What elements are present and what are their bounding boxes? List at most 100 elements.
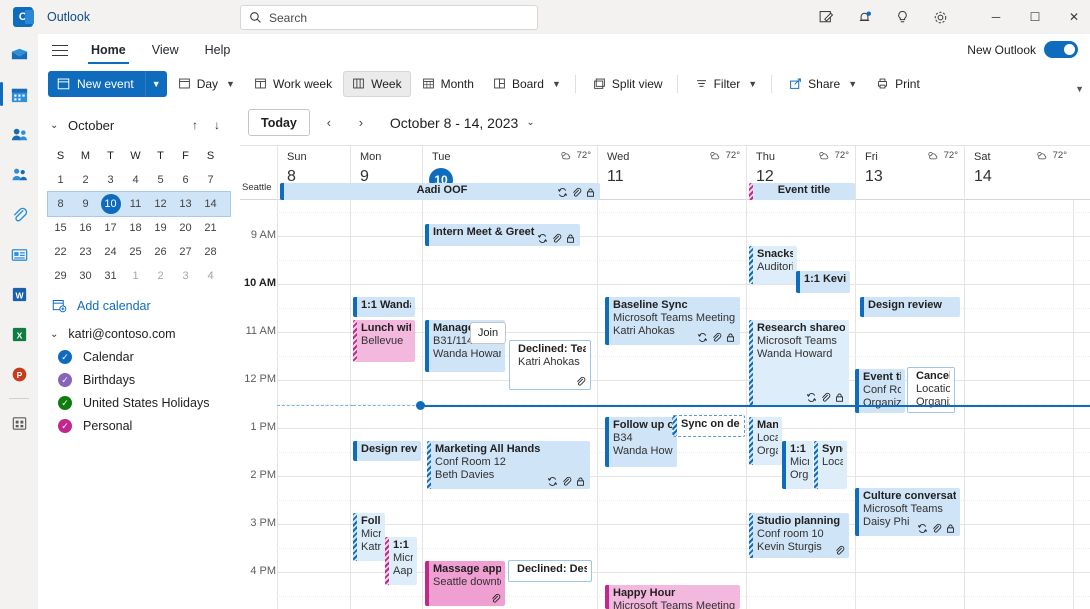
ribbon-expand-chevron-icon[interactable]: ▼ <box>1075 84 1084 94</box>
mini-calendar-day[interactable]: 15 <box>48 222 73 234</box>
mini-calendar-day[interactable]: 3 <box>173 270 198 282</box>
mini-calendar-day[interactable]: 14 <box>198 198 223 210</box>
join-button[interactable]: Join <box>470 322 506 344</box>
calendar-list-item[interactable]: ✓ Personal <box>38 410 240 433</box>
compose-icon[interactable] <box>815 6 837 28</box>
lightbulb-icon[interactable] <box>891 6 913 28</box>
day-chevron-down-icon[interactable]: ▼ <box>226 79 235 89</box>
calendar-event[interactable]: Culture conversationMicrosoft TeamsDaisy… <box>855 488 960 536</box>
mini-calendar-day[interactable]: 16 <box>73 222 98 234</box>
mini-calendar-day[interactable]: 27 <box>173 246 198 258</box>
word-icon[interactable]: W <box>0 274 38 314</box>
tab-view[interactable]: View <box>149 37 182 64</box>
calendar-event[interactable]: Lunch withBellevue <box>353 320 415 362</box>
attachments-icon[interactable] <box>0 194 38 234</box>
today-button[interactable]: Today <box>248 109 310 136</box>
mini-calendar-day[interactable]: 7 <box>198 174 223 186</box>
share-chevron-down-icon[interactable]: ▼ <box>848 79 857 89</box>
calendar-event[interactable]: Declined: Team :Katri Ahokas <box>509 340 591 390</box>
view-week-button[interactable]: Week <box>343 70 411 97</box>
calendar-event[interactable]: Massage appt Seattle downto <box>425 561 505 606</box>
new-event-button[interactable]: New event <box>48 70 145 97</box>
board-chevron-down-icon[interactable]: ▼ <box>552 79 561 89</box>
calendar-event[interactable]: ManLocaOrga <box>749 417 782 465</box>
powerpoint-icon[interactable]: P <box>0 354 38 394</box>
all-day-event[interactable]: Aadi OOF <box>280 183 600 200</box>
account-collapse-icon[interactable]: ⌄ <box>50 329 58 340</box>
all-day-event[interactable]: Event title <box>749 183 855 200</box>
mini-calendar-prev-button[interactable]: ↑ <box>184 118 206 132</box>
calendar-event[interactable]: SnacksAuditoriı <box>749 246 797 284</box>
apps-icon[interactable] <box>0 403 38 443</box>
people-icon[interactable] <box>0 114 38 154</box>
mini-calendar-day[interactable]: 26 <box>148 246 173 258</box>
mini-calendar-day[interactable]: 30 <box>73 270 98 282</box>
view-board-button[interactable]: Board ▼ <box>485 71 569 97</box>
calendar-event[interactable]: Foll Micr Katr <box>353 513 385 561</box>
tab-home[interactable]: Home <box>88 37 129 64</box>
split-view-button[interactable]: Split view <box>585 71 671 97</box>
next-week-button[interactable]: › <box>348 110 374 136</box>
search-input[interactable]: Search <box>240 5 538 30</box>
mini-calendar-day[interactable]: 29 <box>48 270 73 282</box>
notifications-icon[interactable] <box>853 6 875 28</box>
view-work-week-button[interactable]: Work week <box>246 71 340 97</box>
calendar-icon[interactable] <box>0 74 38 114</box>
calendar-checkbox-icon[interactable]: ✓ <box>58 350 72 364</box>
mini-calendar-week-row[interactable]: 29 30 31 1 2 3 4 <box>48 264 230 288</box>
mini-calendar-day[interactable]: 12 <box>148 198 173 210</box>
calendar-event[interactable]: 1:1 Micr Aap <box>385 537 417 585</box>
view-month-button[interactable]: Month <box>414 71 482 97</box>
mail-icon[interactable] <box>0 34 38 74</box>
view-day-button[interactable]: Day ▼ <box>170 71 243 97</box>
new-outlook-switch[interactable] <box>1044 41 1078 58</box>
mini-calendar-day[interactable]: 8 <box>48 198 73 210</box>
mini-calendar-day[interactable]: 1 <box>123 270 148 282</box>
mini-calendar-day[interactable]: 10 <box>100 194 121 214</box>
news-icon[interactable] <box>0 234 38 274</box>
calendar-checkbox-icon[interactable]: ✓ <box>58 419 72 433</box>
mini-calendar-day[interactable]: 18 <box>123 222 148 234</box>
mini-calendar-day[interactable]: 22 <box>48 246 73 258</box>
mini-calendar-day[interactable]: 25 <box>123 246 148 258</box>
calendar-event[interactable]: Design review <box>860 297 960 317</box>
mini-calendar-day[interactable]: 17 <box>98 222 123 234</box>
calendar-event[interactable]: 1:1 Wanda <box>353 297 415 317</box>
mini-calendar-day[interactable]: 4 <box>198 270 223 282</box>
account-group-header[interactable]: ⌄ katri@contoso.com <box>38 313 240 341</box>
mini-calendar-day[interactable]: 6 <box>173 174 198 186</box>
calendar-event[interactable]: 1:1MicrOrga <box>782 441 813 489</box>
calendar-event[interactable]: Marketing All Hands Conf Room 12 Beth Davi… <box>427 441 590 489</box>
mini-calendar-next-button[interactable]: ↓ <box>206 118 228 132</box>
calendar-checkbox-icon[interactable]: ✓ <box>58 373 72 387</box>
mini-calendar-day[interactable]: 13 <box>173 198 198 210</box>
calendar-event[interactable]: Design rev <box>353 441 421 461</box>
calendar-event[interactable]: SyncLoca <box>814 441 847 489</box>
calendar-grid[interactable]: 9 AM 10 AM 11 AM 12 PM 1 PM 2 PM 3 PM 4 PM Inter… <box>240 200 1090 609</box>
teams-icon[interactable] <box>0 154 38 194</box>
calendar-checkbox-icon[interactable]: ✓ <box>58 396 72 410</box>
gear-icon[interactable] <box>929 6 951 28</box>
close-button[interactable]: ✕ <box>1051 0 1090 34</box>
add-calendar-button[interactable]: Add calendar <box>38 288 240 313</box>
calendar-event[interactable]: Research shareoutMicrosoft TeamsWanda Ho… <box>749 320 849 405</box>
mini-calendar-week-row[interactable]: 15 16 17 18 19 20 21 <box>48 216 230 240</box>
filter-button[interactable]: Filter ▼ <box>687 71 766 97</box>
mini-calendar-day[interactable]: 3 <box>98 174 123 186</box>
calendar-event[interactable]: Follow up onB34Wanda Howa <box>605 417 677 467</box>
calendar-event[interactable]: Happy Hour Microsoft Teams Meeting <box>605 585 740 609</box>
hamburger-menu-icon[interactable] <box>52 44 68 57</box>
tab-help[interactable]: Help <box>202 37 234 64</box>
print-button[interactable]: Print <box>868 71 928 97</box>
mini-calendar-week-row[interactable]: 1234567 <box>48 168 230 192</box>
mini-calendar-day[interactable]: 31 <box>98 270 123 282</box>
mini-calendar-day[interactable]: 24 <box>98 246 123 258</box>
mini-calendar-day[interactable]: 2 <box>73 174 98 186</box>
calendar-list-item[interactable]: ✓ Calendar <box>38 341 240 364</box>
mini-calendar-day[interactable]: 19 <box>148 222 173 234</box>
new-outlook-toggle[interactable]: New Outlook <box>967 41 1078 58</box>
mini-calendar-day[interactable]: 23 <box>73 246 98 258</box>
new-event-dropdown-icon[interactable]: ▼ <box>144 70 167 97</box>
mini-calendar-week-row[interactable]: 22 23 24 25 26 27 28 <box>48 240 230 264</box>
mini-calendar-day[interactable]: 2 <box>148 270 173 282</box>
